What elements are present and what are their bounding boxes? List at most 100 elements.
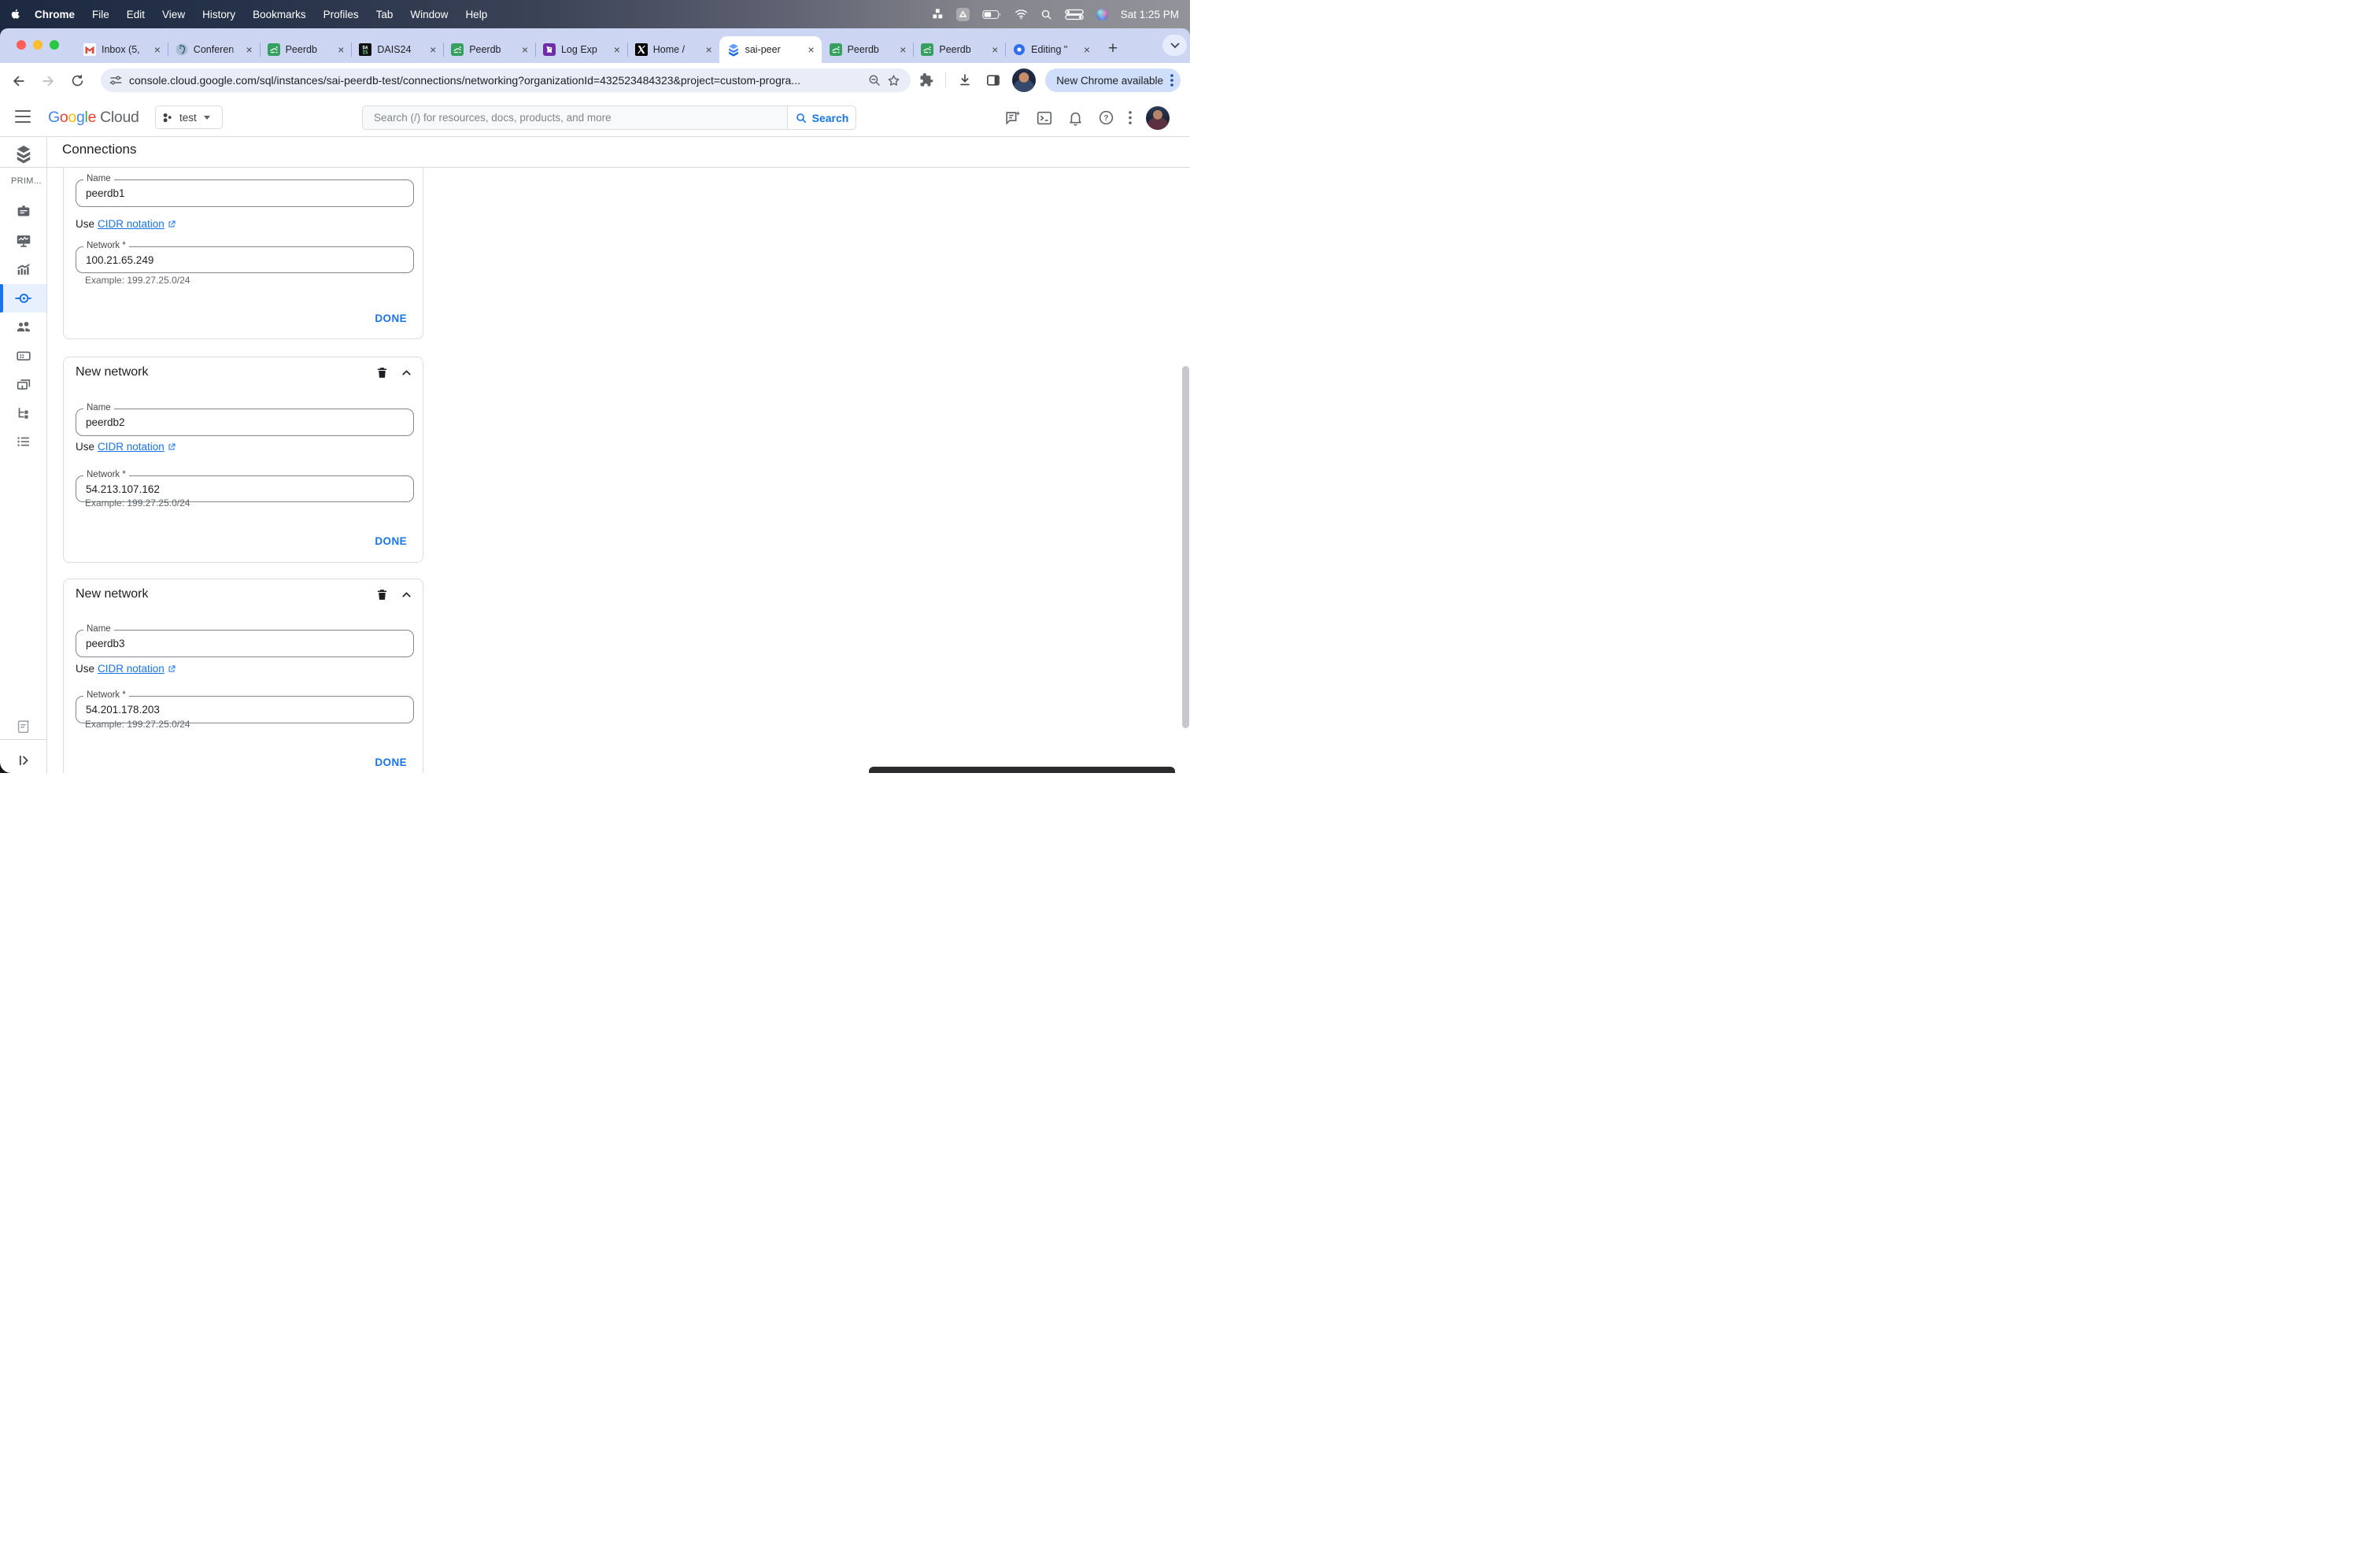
new-tab-button[interactable]: + <box>1102 38 1124 60</box>
release-notes-icon[interactable] <box>0 712 46 741</box>
back-button[interactable] <box>9 72 28 91</box>
google-cloud-logo[interactable]: Google Cloud <box>48 98 139 137</box>
name-field[interactable]: Name <box>76 624 414 657</box>
close-tab-icon[interactable]: × <box>704 44 715 55</box>
project-picker[interactable]: test <box>155 105 223 129</box>
sidebar-item-backups[interactable] <box>0 370 46 398</box>
maximize-window-button[interactable] <box>50 40 59 50</box>
menu-window[interactable]: Window <box>401 9 456 20</box>
help-icon[interactable]: ? <box>1098 109 1114 126</box>
chrome-update-button[interactable]: New Chrome available <box>1045 68 1181 92</box>
menu-help[interactable]: Help <box>456 9 496 20</box>
menu-profiles[interactable]: Profiles <box>315 9 368 20</box>
collapse-card-icon[interactable] <box>400 588 413 601</box>
release-notes-chat-icon[interactable] <box>1004 109 1022 127</box>
network-input[interactable] <box>76 247 413 272</box>
sidebar-item-query-insights[interactable] <box>0 255 46 283</box>
close-tab-icon[interactable]: × <box>152 44 163 55</box>
close-tab-icon[interactable]: × <box>519 44 530 55</box>
search-button[interactable]: Search <box>787 106 856 129</box>
notifications-bell-icon[interactable] <box>1067 109 1084 127</box>
close-tab-icon[interactable]: × <box>244 44 255 55</box>
menu-bookmarks[interactable]: Bookmarks <box>244 9 315 20</box>
menu-tab[interactable]: Tab <box>368 9 402 20</box>
tab-search-button[interactable] <box>1162 35 1187 56</box>
tab-peerdb-2[interactable]: Peerdb × <box>443 36 535 63</box>
sidebar-item-connections[interactable] <box>0 283 46 313</box>
nav-menu-icon[interactable] <box>15 110 31 123</box>
tab-log-explorer[interactable]: Log Exp × <box>534 36 627 63</box>
cidr-notation-link[interactable]: CIDR notation <box>98 441 176 453</box>
forward-button[interactable] <box>39 72 57 91</box>
close-tab-icon[interactable]: × <box>897 44 908 55</box>
url-bar[interactable]: console.cloud.google.com/sql/instances/s… <box>101 68 911 92</box>
name-input[interactable] <box>76 409 413 435</box>
sidebar-item-databases[interactable] <box>0 342 46 370</box>
tab-dais24[interactable]: DA IS DAIS24 × <box>351 36 443 63</box>
minimize-window-button[interactable] <box>33 40 42 50</box>
tab-x-home[interactable]: Home / × <box>626 36 719 63</box>
battery-icon[interactable] <box>982 9 1002 20</box>
collapse-card-icon[interactable] <box>400 366 413 379</box>
app-status-icon[interactable] <box>955 7 970 21</box>
sidebar-item-operations[interactable] <box>0 427 46 456</box>
account-avatar[interactable] <box>1146 105 1170 130</box>
done-button[interactable]: DONE <box>375 535 407 547</box>
cidr-notation-link[interactable]: CIDR notation <box>98 218 176 230</box>
sidebar-item-users[interactable] <box>0 313 46 341</box>
search-input[interactable] <box>363 106 787 129</box>
sidebar-item-overview[interactable] <box>0 198 46 226</box>
tab-inbox[interactable]: Inbox (5, × <box>76 36 168 63</box>
cloud-shell-icon[interactable] <box>1036 109 1053 127</box>
close-tab-icon[interactable]: × <box>427 44 438 55</box>
tab-peerdb-4[interactable]: Peerdb × <box>913 36 1005 63</box>
reload-button[interactable] <box>68 72 87 91</box>
menu-history[interactable]: History <box>194 9 244 20</box>
vertical-scrollbar[interactable] <box>1182 366 1189 728</box>
downloads-icon[interactable] <box>955 71 974 90</box>
side-panel-icon[interactable] <box>984 71 1003 90</box>
delete-network-icon[interactable] <box>375 587 389 602</box>
close-tab-icon[interactable]: × <box>1081 44 1092 55</box>
cidr-notation-link[interactable]: CIDR notation <box>98 663 176 675</box>
done-button[interactable]: DONE <box>375 756 407 768</box>
zoom-out-icon[interactable] <box>865 71 884 90</box>
delete-network-icon[interactable] <box>375 365 389 380</box>
close-tab-icon[interactable]: × <box>335 44 346 55</box>
tab-peerdb-3[interactable]: Peerdb × <box>822 36 914 63</box>
tiles-status-icon[interactable] <box>933 9 944 20</box>
spotlight-icon[interactable] <box>1040 9 1052 20</box>
control-center-icon[interactable] <box>1064 9 1084 20</box>
tab-cloud-sql-active[interactable]: sai-peer × <box>719 36 822 63</box>
menu-chrome[interactable]: Chrome <box>26 9 83 20</box>
browser-profile-avatar[interactable] <box>1012 68 1037 92</box>
siri-icon[interactable] <box>1096 8 1108 20</box>
close-tab-icon[interactable]: × <box>989 44 1000 55</box>
name-field[interactable]: Name <box>76 174 414 207</box>
name-input[interactable] <box>76 180 413 206</box>
cloud-sql-product-icon[interactable] <box>0 140 46 168</box>
done-button[interactable]: DONE <box>375 313 407 324</box>
sidebar-item-replicas[interactable] <box>0 399 46 427</box>
close-window-button[interactable] <box>17 40 26 50</box>
name-field[interactable]: Name <box>76 403 414 436</box>
menu-edit[interactable]: Edit <box>118 9 153 20</box>
menu-file[interactable]: File <box>83 9 118 20</box>
sidebar-item-system-insights[interactable] <box>0 227 46 255</box>
tab-peerdb-1[interactable]: Peerdb × <box>259 36 352 63</box>
network-field[interactable]: Network * <box>76 241 414 273</box>
tab-conference[interactable]: Conferen × <box>167 36 260 63</box>
extensions-icon[interactable] <box>917 71 936 90</box>
bookmark-star-icon[interactable] <box>884 71 903 90</box>
console-search-bar[interactable]: Search <box>362 105 856 130</box>
url-text[interactable]: console.cloud.google.com/sql/instances/s… <box>129 74 865 87</box>
close-tab-icon[interactable]: × <box>806 44 817 55</box>
name-input[interactable] <box>76 631 413 656</box>
more-options-icon[interactable] <box>1129 111 1132 124</box>
site-settings-icon[interactable] <box>109 73 123 87</box>
apple-icon[interactable] <box>0 8 26 20</box>
close-tab-icon[interactable]: × <box>612 44 623 55</box>
menu-bar-clock[interactable]: Sat 1:25 PM <box>1121 9 1179 20</box>
more-menu-icon[interactable] <box>1170 74 1173 87</box>
wifi-icon[interactable] <box>1014 9 1028 20</box>
